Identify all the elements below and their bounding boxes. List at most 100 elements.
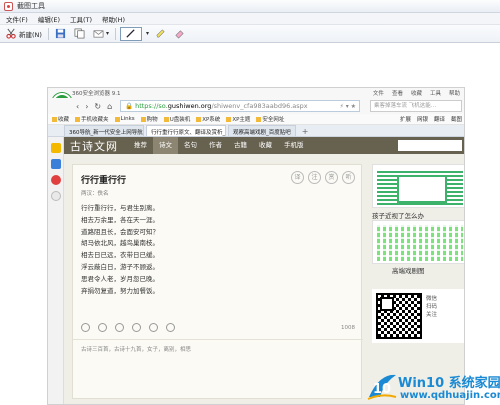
watermark-title: Win10 系统家园 bbox=[398, 376, 500, 391]
browser-tabs: 360导航_新一代安全上网导航 行行重行行原文、翻译及赏析_古... 观察高端戏… bbox=[48, 125, 464, 137]
browser-menu-file[interactable]: 文件 bbox=[373, 89, 384, 97]
bookmark-item[interactable]: U盘装机 bbox=[163, 115, 190, 123]
site-search-input[interactable] bbox=[398, 140, 462, 151]
address-tools-icon[interactable]: ⚡ ▾ ★ bbox=[340, 103, 356, 110]
poem-actions: 1008 bbox=[81, 323, 355, 332]
appreciate-circle-button[interactable]: 赏 bbox=[325, 171, 338, 184]
browser-titlebar: 360安全浏览器 9.1 文件 查看 收藏 工具 帮助 bbox=[48, 88, 464, 98]
url-path: /shiwenv_cfa983aabd96.aspx bbox=[211, 102, 308, 110]
pen-dropdown-icon[interactable]: ▾ bbox=[146, 30, 149, 37]
bookmark-item[interactable]: Links bbox=[114, 116, 135, 122]
bookmark-item[interactable]: 手机收藏夹 bbox=[75, 115, 109, 123]
browser-search-input[interactable]: 乘客掉落车流 飞机这能… bbox=[370, 100, 462, 112]
menu-file[interactable]: 文件(F) bbox=[6, 14, 28, 24]
highlighter-button[interactable] bbox=[153, 27, 168, 41]
menu-tools[interactable]: 工具(T) bbox=[70, 14, 92, 24]
site-logo[interactable]: 古诗文网 bbox=[70, 138, 118, 154]
site-nav-favorites[interactable]: 收藏 bbox=[253, 137, 278, 154]
tab-poem[interactable]: 行行重行行原文、翻译及赏析_古... bbox=[146, 125, 226, 136]
bookmark-item[interactable]: XP主题 bbox=[226, 115, 250, 123]
bookmark-item[interactable]: 安全网址 bbox=[256, 115, 284, 123]
ad-banner-2[interactable] bbox=[372, 220, 464, 264]
home-icon[interactable]: ⌂ bbox=[107, 102, 112, 111]
site-nav-mobile[interactable]: 手机版 bbox=[278, 137, 310, 154]
translate-button[interactable]: 翻译 bbox=[434, 115, 445, 123]
watermark-url: www.qdhuajin.com bbox=[400, 390, 500, 401]
poem-line: 相去日已远，衣带日已缓。 bbox=[81, 251, 159, 260]
copy-button[interactable] bbox=[72, 27, 87, 41]
menu-edit[interactable]: 编辑(E) bbox=[38, 14, 60, 24]
browser-sidebar bbox=[48, 137, 64, 404]
ad-caption-2[interactable]: 高端戏剧图 bbox=[392, 265, 425, 275]
send-snip-button[interactable]: ▾ bbox=[91, 27, 111, 41]
menu-help[interactable]: 帮助(H) bbox=[102, 14, 125, 24]
tab-360-nav[interactable]: 360导航_新一代安全上网导航 bbox=[64, 125, 144, 136]
browser-menu-tools[interactable]: 工具 bbox=[430, 89, 441, 97]
card-divider bbox=[73, 339, 363, 340]
scissors-icon bbox=[6, 28, 16, 39]
edit-icon[interactable] bbox=[149, 323, 158, 332]
chevron-down-icon[interactable]: ▾ bbox=[106, 30, 109, 37]
win10-logo-icon: 10 bbox=[367, 374, 397, 400]
folder-icon bbox=[163, 116, 169, 122]
back-icon[interactable]: ‹ bbox=[76, 102, 79, 111]
envelope-icon bbox=[93, 30, 104, 38]
toolbar-divider bbox=[47, 27, 49, 40]
refresh-icon[interactable]: ↻ bbox=[94, 102, 101, 111]
poem-author[interactable]: 两汉：佚名 bbox=[81, 189, 109, 197]
error-report-icon[interactable] bbox=[166, 323, 175, 332]
eraser-icon bbox=[175, 30, 184, 39]
annotate-circle-button[interactable]: 注 bbox=[308, 171, 321, 184]
bookmark-item[interactable]: 购物 bbox=[140, 115, 158, 123]
highlighter-icon bbox=[156, 29, 165, 38]
site-navbar: 古诗文网 推荐 诗文 名句 作者 古籍 收藏 手机版 bbox=[64, 137, 464, 154]
menu-bar: 文件(F) 编辑(E) 工具(T) 帮助(H) bbox=[0, 13, 500, 25]
browser-title: 360安全浏览器 9.1 bbox=[72, 91, 121, 97]
site-nav-recommend[interactable]: 推荐 bbox=[128, 137, 153, 154]
address-bar[interactable]: 🔒 https://so. gushiwen.org/shiwenv_cfa983… bbox=[120, 100, 360, 112]
save-button[interactable] bbox=[53, 27, 68, 41]
eraser-button[interactable] bbox=[172, 27, 187, 41]
browser-menu-help[interactable]: 帮助 bbox=[449, 89, 460, 97]
poem-line: 思君令人老，岁月忽已晚。 bbox=[81, 274, 159, 283]
bookmarks-bar: 收藏 手机收藏夹 Links 购物 U盘装机 XP系统 XP主题 安全网址 扩展… bbox=[48, 114, 464, 125]
comment-icon[interactable] bbox=[115, 323, 124, 332]
poem-line: 浮云蔽白日，游子不顾返。 bbox=[81, 262, 159, 271]
pen-tool-button[interactable] bbox=[119, 26, 142, 41]
window-title: 截图工具 bbox=[17, 2, 45, 10]
screenshot-button[interactable]: 截图 bbox=[451, 115, 462, 123]
page-content: 行行重行行 译 注 赏 听 两汉：佚名 行行重行行，与君生别离。 相去万余里，各… bbox=[64, 154, 464, 404]
site-nav-authors[interactable]: 作者 bbox=[203, 137, 228, 154]
forward-icon[interactable]: › bbox=[85, 102, 88, 111]
extensions-button[interactable]: 扩展 bbox=[400, 115, 411, 123]
browser-menu-favorites[interactable]: 收藏 bbox=[411, 89, 422, 97]
poem-tags[interactable]: 古诗三百首，古诗十九首，女子，离别，相思 bbox=[81, 345, 191, 353]
toolbar: 新建(N) ▾ ▾ bbox=[0, 25, 500, 43]
poem-body: 行行重行行，与君生别离。 相去万余里，各在天一涯。 道路阻且长，会面安可知？ 胡… bbox=[81, 203, 159, 297]
sidebar-at-icon[interactable] bbox=[50, 191, 61, 201]
url-scheme: https://so. bbox=[135, 102, 168, 110]
nav-buttons: ‹ › ↻ ⌂ bbox=[76, 102, 112, 111]
audio-icon[interactable] bbox=[132, 323, 141, 332]
ad-banner-1[interactable] bbox=[372, 164, 464, 208]
translate-circle-button[interactable]: 译 bbox=[291, 171, 304, 184]
bookmark-item[interactable]: XP系统 bbox=[196, 115, 220, 123]
bookmark-item[interactable]: 收藏 bbox=[52, 115, 69, 123]
copy-icon[interactable] bbox=[98, 323, 107, 332]
heart-icon[interactable] bbox=[81, 323, 90, 332]
site-nav-classics[interactable]: 古籍 bbox=[228, 137, 253, 154]
sidebar-weibo-icon[interactable] bbox=[50, 175, 61, 185]
new-tab-icon[interactable]: + bbox=[298, 127, 313, 136]
sidebar-star-icon[interactable] bbox=[50, 143, 61, 153]
sidebar-list-icon[interactable] bbox=[50, 159, 61, 169]
new-snip-button[interactable]: 新建(N) bbox=[4, 27, 44, 41]
listen-circle-button[interactable]: 听 bbox=[342, 171, 355, 184]
browser-menu-view[interactable]: 查看 bbox=[392, 89, 403, 97]
bank-button[interactable]: 网银 bbox=[417, 115, 428, 123]
ad-caption-1[interactable]: 孩子近视了怎么办 bbox=[372, 210, 464, 220]
folder-icon bbox=[75, 116, 81, 122]
tab-tieba[interactable]: 观察高端戏剧_百度贴吧 bbox=[228, 125, 296, 136]
site-nav-poems[interactable]: 诗文 bbox=[153, 137, 178, 154]
poem-line: 弃捐勿复道，努力加餐饭。 bbox=[81, 286, 159, 295]
site-nav-quotes[interactable]: 名句 bbox=[178, 137, 203, 154]
